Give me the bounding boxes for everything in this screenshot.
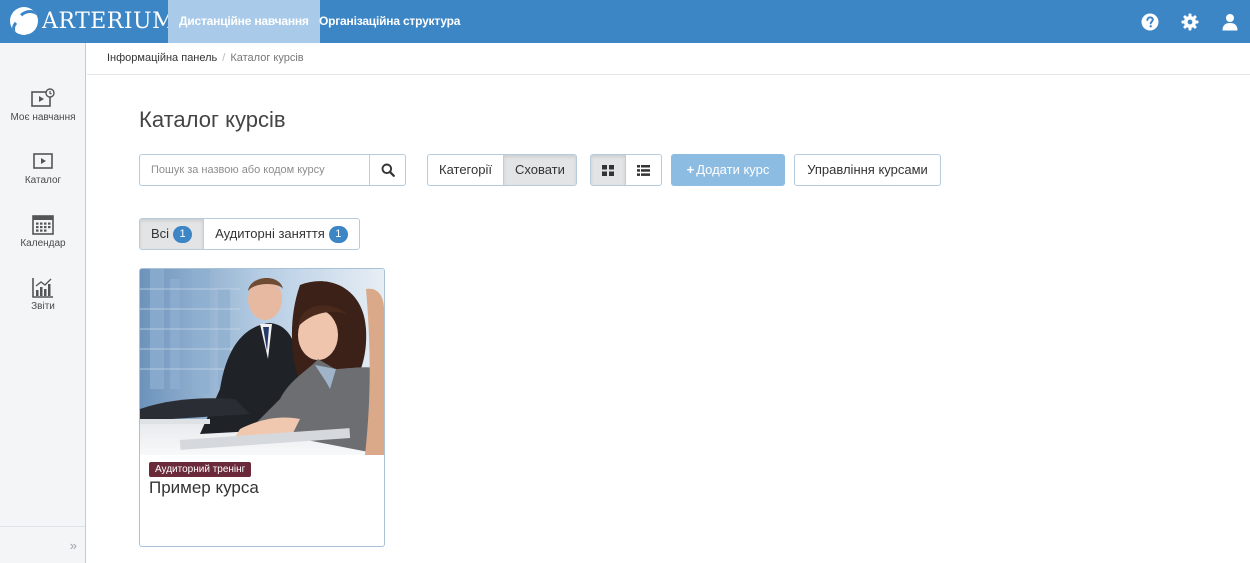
course-search (139, 154, 406, 186)
sidebar-item-my-learning[interactable]: Моє навчання (0, 88, 86, 123)
sidebar: Моє навчання Каталог Календар Звіти » (0, 43, 86, 563)
course-type-filter: Всі 1 Аудиторні заняття 1 (139, 218, 360, 250)
my-learning-icon (31, 88, 55, 107)
manage-courses-button[interactable]: Управління курсами (794, 154, 941, 186)
hide-button[interactable]: Сховати (503, 155, 576, 185)
course-thumbnail (140, 269, 384, 455)
nav-org-structure[interactable]: Організаційна структура (308, 0, 471, 43)
list-view-button[interactable] (626, 155, 661, 185)
filter-label: Всі (151, 226, 170, 241)
top-icons (1130, 0, 1250, 43)
list-view-icon (637, 164, 650, 176)
filter-all[interactable]: Всі 1 (140, 219, 205, 249)
gear-icon[interactable] (1170, 0, 1210, 43)
logo-text: ARTERIUM (42, 8, 176, 34)
categories-button[interactable]: Категорії (428, 155, 504, 185)
nav-distance-learning[interactable]: Дистанційне навчання (168, 0, 320, 43)
breadcrumb-separator: / (222, 52, 226, 64)
categories-toggle-group: Категорії Сховати (427, 154, 577, 186)
sidebar-item-label: Звіти (31, 301, 55, 312)
user-icon[interactable] (1210, 0, 1250, 43)
breadcrumb: Інформаційна панель / Каталог курсів (87, 43, 1250, 75)
sidebar-item-calendar[interactable]: Календар (0, 214, 86, 249)
count-badge: 1 (328, 225, 348, 243)
search-input[interactable] (140, 155, 369, 185)
top-navbar: ARTERIUM Дистанційне навчання Організаці… (0, 0, 1250, 43)
sidebar-footer: » (0, 526, 85, 563)
course-type-badge: Аудиторний тренінг (149, 462, 252, 477)
course-title[interactable]: Пример курса (149, 478, 259, 498)
breadcrumb-dashboard[interactable]: Інформаційна панель (107, 52, 217, 64)
expand-sidebar-icon[interactable]: » (70, 538, 77, 553)
calendar-icon (32, 215, 54, 235)
add-course-button[interactable]: + Додати курс (671, 154, 785, 186)
sidebar-item-label: Каталог (24, 175, 62, 186)
reports-icon (32, 278, 53, 298)
help-icon[interactable] (1130, 0, 1170, 43)
sidebar-item-label: Календар (20, 238, 66, 249)
search-button[interactable] (369, 155, 405, 185)
logo[interactable]: ARTERIUM (10, 6, 175, 36)
count-badge: 1 (173, 225, 193, 243)
filter-label: Аудиторні заняття (215, 226, 325, 241)
course-card[interactable]: Аудиторний тренінг Пример курса (139, 268, 385, 547)
search-icon (381, 163, 395, 177)
page-title: Каталог курсів (139, 107, 286, 132)
grid-view-button[interactable] (591, 155, 626, 185)
sidebar-item-catalog[interactable]: Каталог (0, 151, 86, 186)
sidebar-item-reports[interactable]: Звіти (0, 277, 86, 312)
filter-classroom[interactable]: Аудиторні заняття 1 (204, 219, 359, 249)
logo-mark-icon (10, 7, 38, 35)
plus-icon: + (686, 162, 695, 177)
grid-view-icon (602, 164, 614, 176)
catalog-icon (33, 153, 53, 169)
view-mode-group (590, 154, 662, 186)
add-course-label: Додати курс (696, 162, 770, 177)
breadcrumb-current: Каталог курсів (230, 52, 304, 64)
sidebar-item-label: Моє навчання (10, 112, 76, 123)
